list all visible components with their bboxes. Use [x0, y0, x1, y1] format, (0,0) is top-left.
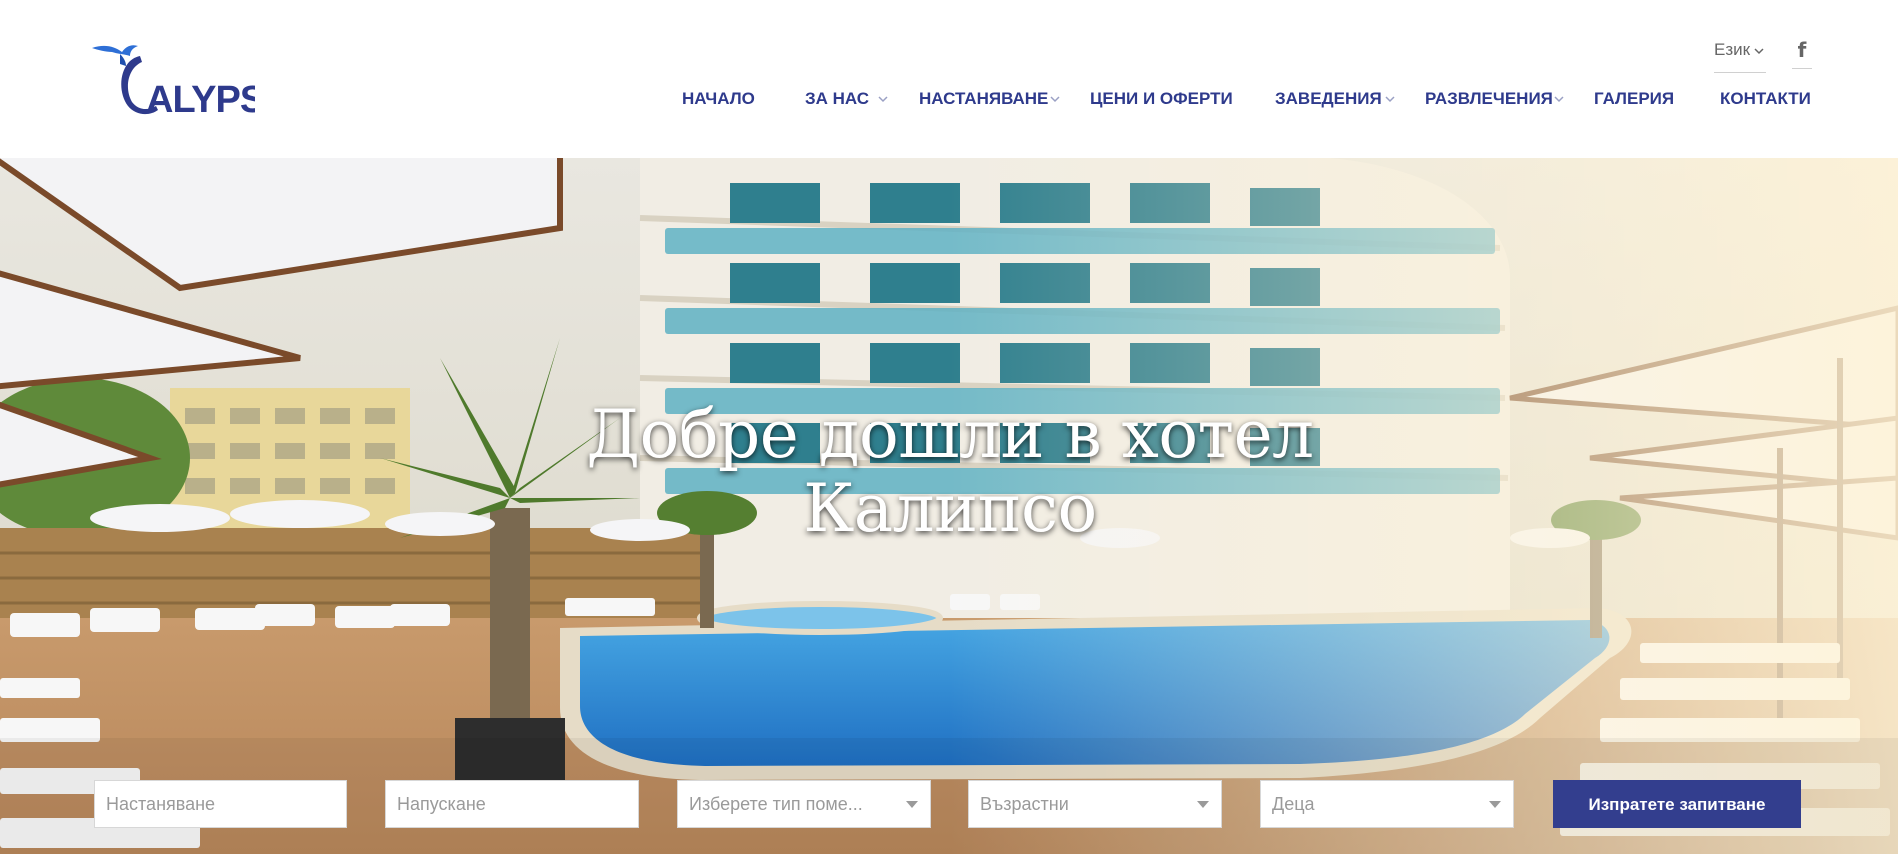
site-header: ALYPSO Език f НАЧАЛО ЗА НАС НАСТАНЯВАНЕ …	[0, 0, 1898, 158]
nav-item-contacts[interactable]: КОНТАКТИ	[1720, 88, 1811, 110]
children-select[interactable]: Деца	[1260, 780, 1514, 828]
nav-item-accommodation[interactable]: НАСТАНЯВАНЕ	[919, 88, 1048, 110]
booking-form: Настаняване Напускане Изберете тип поме.…	[0, 758, 1898, 854]
language-selector[interactable]: Език	[1714, 40, 1767, 73]
adults-select[interactable]: Възрастни	[968, 780, 1222, 828]
chevron-down-icon[interactable]	[876, 92, 890, 106]
dropdown-caret-icon	[1489, 801, 1501, 808]
send-inquiry-button[interactable]: Изпратете запитване	[1553, 780, 1801, 828]
children-value: Деца	[1272, 794, 1315, 814]
chevron-down-icon[interactable]	[1552, 92, 1566, 106]
logo-text: ALYPSO	[146, 79, 255, 120]
nav-item-gallery[interactable]: ГАЛЕРИЯ	[1594, 88, 1674, 110]
hero-title: Добре дошли в хотел Калипсо	[520, 398, 1380, 546]
room-type-value: Изберете тип поме...	[689, 794, 863, 814]
checkin-date-field[interactable]: Настаняване	[94, 780, 347, 828]
chevron-down-icon[interactable]	[1383, 92, 1397, 106]
chevron-down-icon[interactable]	[1048, 92, 1062, 106]
nav-item-home[interactable]: НАЧАЛО	[682, 88, 755, 110]
language-label: Език	[1714, 40, 1751, 59]
nav-item-entertainment[interactable]: РАЗВЛЕЧЕНИЯ	[1425, 88, 1553, 110]
adults-value: Възрастни	[980, 794, 1069, 814]
nav-item-prices-offers[interactable]: ЦЕНИ И ОФЕРТИ	[1090, 88, 1233, 110]
hero-section: Добре дошли в хотел Калипсо Настаняване …	[0, 158, 1898, 854]
hero-title-line2: Калипсо	[803, 470, 1097, 547]
room-type-select[interactable]: Изберете тип поме...	[677, 780, 931, 828]
dropdown-caret-icon	[1197, 801, 1209, 808]
dropdown-caret-icon	[906, 801, 918, 808]
nav-item-venues[interactable]: ЗАВЕДЕНИЯ	[1275, 88, 1382, 110]
checkout-date-field[interactable]: Напускане	[385, 780, 639, 828]
chevron-down-icon	[1754, 48, 1764, 55]
calypso-logo[interactable]: ALYPSO	[90, 40, 255, 120]
nav-item-about[interactable]: ЗА НАС	[805, 88, 869, 110]
hero-title-line1: Добре дошли в хотел	[586, 396, 1314, 473]
facebook-icon[interactable]: f	[1792, 38, 1812, 69]
